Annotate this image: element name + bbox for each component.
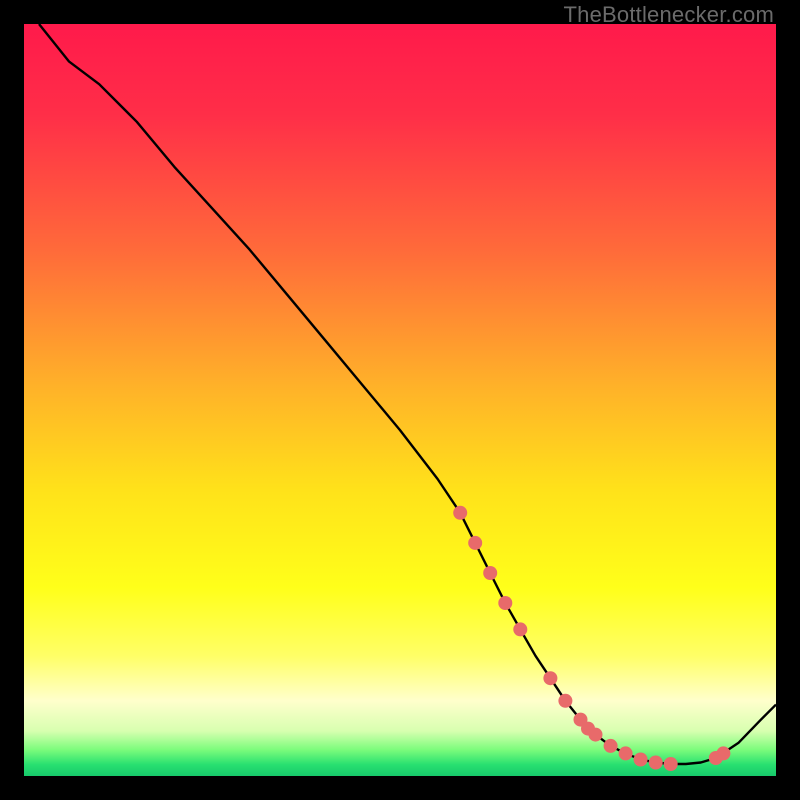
chart-frame [24, 24, 776, 776]
gradient-bg [24, 24, 776, 776]
marker-dot [483, 566, 497, 580]
marker-dot [543, 671, 557, 685]
marker-dot [498, 596, 512, 610]
marker-dot [619, 746, 633, 760]
marker-dot [468, 536, 482, 550]
marker-dot [589, 728, 603, 742]
marker-dot [634, 753, 648, 767]
watermark-text: TheBottlenecker.com [564, 2, 774, 28]
marker-dot [513, 622, 527, 636]
marker-dot [453, 506, 467, 520]
marker-dot [716, 746, 730, 760]
marker-dot [664, 757, 678, 771]
marker-dot [558, 694, 572, 708]
marker-dot [604, 739, 618, 753]
chart-svg [24, 24, 776, 776]
marker-dot [649, 756, 663, 770]
